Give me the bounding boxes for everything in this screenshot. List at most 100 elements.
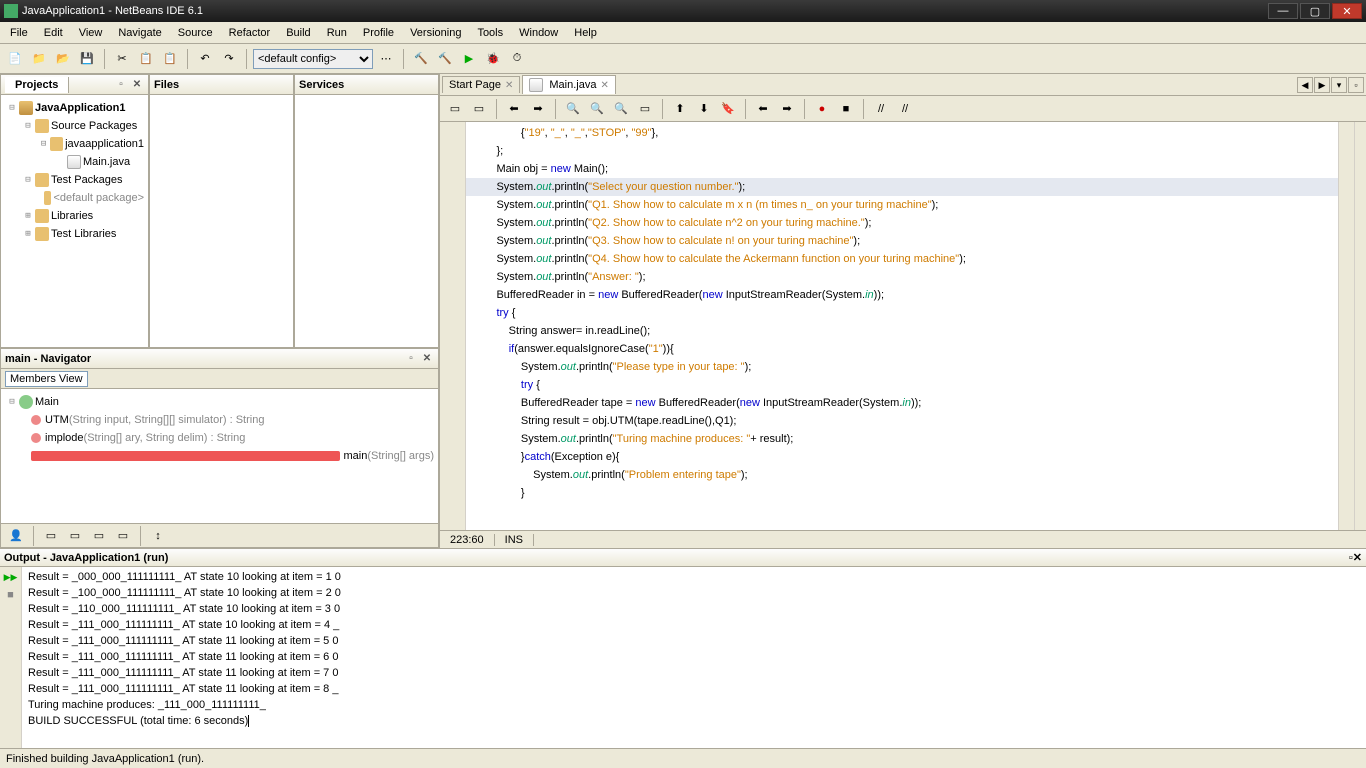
close-button[interactable]: ✕	[1332, 3, 1362, 19]
close-tab-icon[interactable]: ✕	[600, 80, 608, 91]
menu-profile[interactable]: Profile	[355, 25, 402, 41]
tab-list-icon[interactable]: ▾	[1331, 77, 1347, 93]
editor-gutter[interactable]	[440, 122, 466, 530]
nav-method-implode[interactable]: implode(String[] ary, String delim) : St…	[5, 429, 434, 447]
nav-class[interactable]: ⊟Main	[5, 393, 434, 411]
tree-libraries[interactable]: ⊞Libraries	[5, 207, 144, 225]
menu-navigate[interactable]: Navigate	[110, 25, 169, 41]
shift-right-button[interactable]: ➡	[776, 98, 798, 120]
projects-tree[interactable]: ⊟JavaApplication1 ⊟Source Packages ⊟java…	[1, 95, 148, 347]
menu-window[interactable]: Window	[511, 25, 566, 41]
menu-file[interactable]: File	[2, 25, 36, 41]
navigator-tree[interactable]: ⊟Main UTM(String input, String[][] simul…	[1, 389, 438, 523]
uncomment-button[interactable]: //	[894, 98, 916, 120]
tab-nav-right-icon[interactable]: ▶	[1314, 77, 1330, 93]
projects-close-icon[interactable]: ✕	[130, 78, 144, 92]
clean-build-button[interactable]: 🔨	[434, 48, 456, 70]
menu-edit[interactable]: Edit	[36, 25, 71, 41]
menu-tools[interactable]: Tools	[469, 25, 511, 41]
package-icon	[35, 173, 49, 187]
error-stripe[interactable]	[1354, 122, 1366, 530]
output-rerun-button[interactable]: ▶▶	[3, 569, 19, 585]
nav-forward-button[interactable]: ➡	[527, 98, 549, 120]
menu-build[interactable]: Build	[278, 25, 318, 41]
minimize-button[interactable]: —	[1268, 3, 1298, 19]
navigator-view-select[interactable]: Members View	[5, 371, 88, 387]
nav-filter3-icon[interactable]: ▭	[88, 525, 110, 547]
redo-button[interactable]: ↷	[218, 48, 240, 70]
editor-status-bar: 223:60 INS	[440, 530, 1366, 548]
tree-source-packages[interactable]: ⊟Source Packages	[5, 117, 144, 135]
cut-button[interactable]: ✂	[111, 48, 133, 70]
copy-button[interactable]: 📋	[135, 48, 157, 70]
find-prev-button[interactable]: 🔍	[586, 98, 608, 120]
nav-filter-icon[interactable]: 👤	[5, 525, 27, 547]
close-tab-icon[interactable]: ✕	[505, 80, 513, 91]
paste-button[interactable]: 📋	[159, 48, 181, 70]
tree-main-java[interactable]: Main.java	[5, 153, 144, 171]
nav-filter2-icon[interactable]: ▭	[64, 525, 86, 547]
tab-nav-left-icon[interactable]: ◀	[1297, 77, 1313, 93]
editor-scrollbar[interactable]	[1338, 122, 1354, 530]
find-next-button[interactable]: 🔍	[610, 98, 632, 120]
profile-button[interactable]: ⏱	[506, 48, 528, 70]
navigator-minimize-icon[interactable]: ▫	[404, 352, 418, 366]
history-button[interactable]: ▭	[468, 98, 490, 120]
config-select[interactable]: <default config>	[253, 49, 373, 69]
projects-minimize-icon[interactable]: ▫	[114, 78, 128, 92]
menu-run[interactable]: Run	[319, 25, 355, 41]
nav-sort-icon[interactable]: ▭	[40, 525, 62, 547]
new-file-button[interactable]: 📄	[4, 48, 26, 70]
nav-back-button[interactable]: ⬅	[503, 98, 525, 120]
run-button[interactable]: ▶	[458, 48, 480, 70]
save-all-button[interactable]: 💾	[76, 48, 98, 70]
undo-button[interactable]: ↶	[194, 48, 216, 70]
output-stop-button[interactable]: ■	[3, 587, 19, 603]
menu-view[interactable]: View	[71, 25, 111, 41]
tree-project-root[interactable]: ⊟JavaApplication1	[5, 99, 144, 117]
config-browse-button[interactable]: ⋯	[375, 48, 397, 70]
main-method-icon	[31, 451, 340, 461]
toggle-bookmark-button[interactable]: 🔖	[717, 98, 739, 120]
nav-sort2-icon[interactable]: ↕	[147, 525, 169, 547]
prev-bookmark-button[interactable]: ⬆	[669, 98, 691, 120]
tree-test-libraries[interactable]: ⊞Test Libraries	[5, 225, 144, 243]
editor-tab-main[interactable]: Main.java✕	[522, 75, 615, 94]
menu-refactor[interactable]: Refactor	[221, 25, 279, 41]
output-text[interactable]: Result = _000_000_111111111_ AT state 10…	[22, 567, 1366, 748]
build-button[interactable]: 🔨	[410, 48, 432, 70]
output-close-icon[interactable]: ✕	[1353, 551, 1362, 564]
projects-tab[interactable]: Projects	[5, 77, 69, 93]
new-project-button[interactable]: 📁	[28, 48, 50, 70]
find-sel-button[interactable]: 🔍	[562, 98, 584, 120]
app-icon	[4, 4, 18, 18]
debug-button[interactable]: 🐞	[482, 48, 504, 70]
code-editor[interactable]: {"19", "_", "_","STOP", "99"}, }; Main o…	[440, 122, 1366, 530]
next-bookmark-button[interactable]: ⬇	[693, 98, 715, 120]
open-project-button[interactable]: 📂	[52, 48, 74, 70]
files-tab[interactable]: Files	[154, 79, 179, 91]
java-file-icon	[529, 78, 543, 92]
shift-left-button[interactable]: ⬅	[752, 98, 774, 120]
source-view-button[interactable]: ▭	[444, 98, 466, 120]
comment-button[interactable]: //	[870, 98, 892, 120]
tree-test-packages[interactable]: ⊟Test Packages	[5, 171, 144, 189]
tree-package[interactable]: ⊟javaapplication1	[5, 135, 144, 153]
editor-tab-start[interactable]: Start Page✕	[442, 76, 520, 93]
navigator-close-icon[interactable]: ✕	[420, 352, 434, 366]
toolbar: 📄 📁 📂 💾 ✂ 📋 📋 ↶ ↷ <default config> ⋯ 🔨 🔨…	[0, 44, 1366, 74]
menu-source[interactable]: Source	[170, 25, 221, 41]
start-macro-button[interactable]: ●	[811, 98, 833, 120]
services-tab[interactable]: Services	[299, 79, 344, 91]
maximize-button[interactable]: ▢	[1300, 3, 1330, 19]
tree-default-package[interactable]: <default package>	[5, 189, 144, 207]
menu-versioning[interactable]: Versioning	[402, 25, 469, 41]
nav-filter4-icon[interactable]: ▭	[112, 525, 134, 547]
menu-help[interactable]: Help	[566, 25, 605, 41]
nav-method-main[interactable]: main(String[] args)	[5, 447, 434, 465]
folder-icon	[35, 209, 49, 223]
stop-macro-button[interactable]: ■	[835, 98, 857, 120]
nav-method-utm[interactable]: UTM(String input, String[][] simulator) …	[5, 411, 434, 429]
tab-maximize-icon[interactable]: ▫	[1348, 77, 1364, 93]
toggle-highlight-button[interactable]: ▭	[634, 98, 656, 120]
